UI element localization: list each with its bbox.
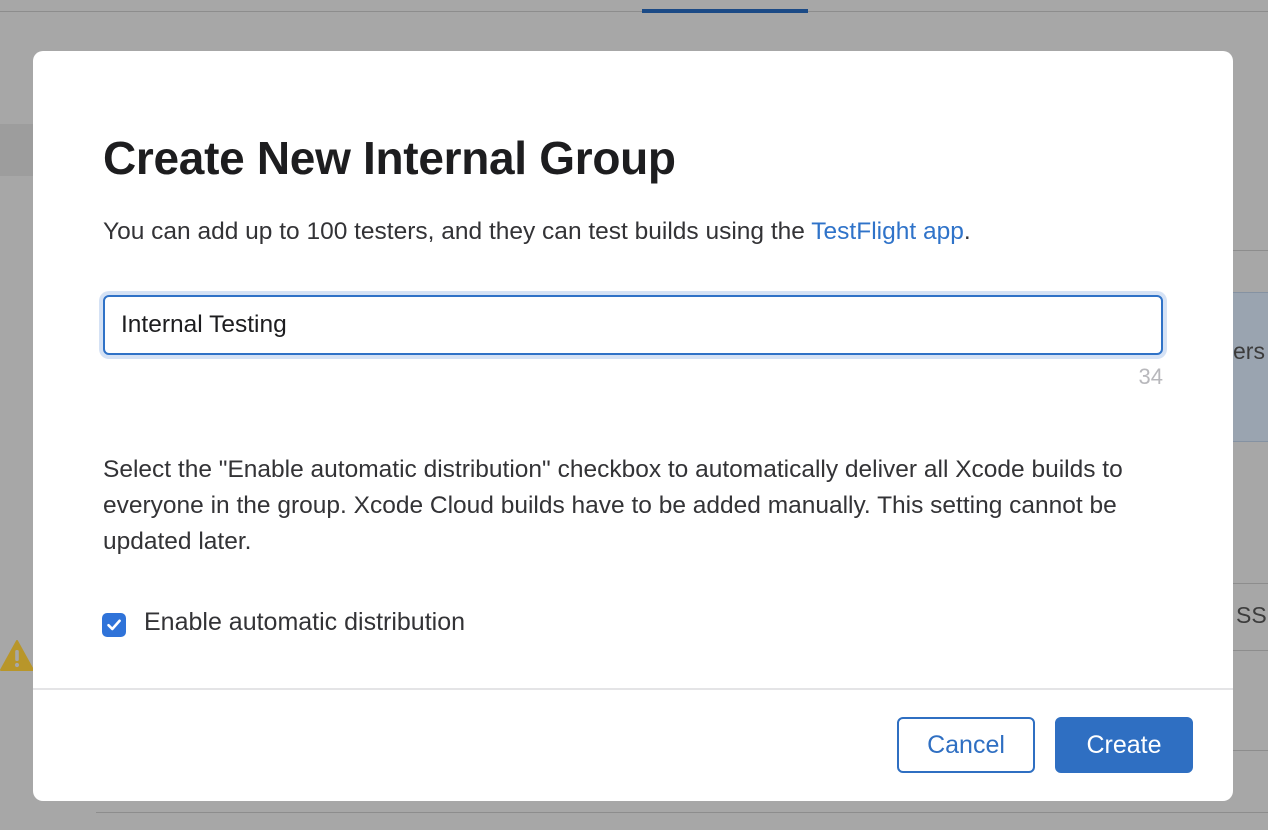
background-row-divider <box>1228 250 1268 251</box>
background-row-text: ers <box>1233 338 1265 364</box>
warning-triangle-icon <box>0 640 34 671</box>
description-text: You can add up to 100 testers, and they … <box>103 218 812 245</box>
dialog-title: Create New Internal Group <box>103 132 676 184</box>
testflight-app-link[interactable]: TestFlight app <box>811 218 964 245</box>
background-selected-row <box>1228 292 1268 442</box>
dialog-footer-divider <box>33 688 1233 690</box>
background-footer-divider <box>96 812 1268 813</box>
background-row-divider <box>1228 583 1268 584</box>
background-active-tab-indicator <box>642 9 808 13</box>
cancel-button[interactable]: Cancel <box>897 717 1035 773</box>
description-period: . <box>963 218 971 245</box>
background-row-text: SS <box>1236 602 1267 628</box>
dialog-description: You can add up to 100 testers, and they … <box>103 217 971 246</box>
group-name-input[interactable] <box>103 295 1163 355</box>
enable-automatic-distribution-label[interactable]: Enable automatic distribution <box>144 610 465 635</box>
background-row-divider <box>1228 750 1268 751</box>
create-button[interactable]: Create <box>1055 717 1193 773</box>
create-internal-group-dialog: Create New Internal Group You can add up… <box>33 51 1233 801</box>
background-header-divider <box>0 11 1268 12</box>
enable-automatic-distribution-checkbox[interactable] <box>102 613 126 637</box>
auto-distribution-help-text: Select the "Enable automatic distributio… <box>103 456 1123 555</box>
background-row-divider <box>1228 650 1268 651</box>
remaining-characters-count: 34 <box>1138 364 1163 389</box>
checkmark-icon <box>107 619 121 631</box>
